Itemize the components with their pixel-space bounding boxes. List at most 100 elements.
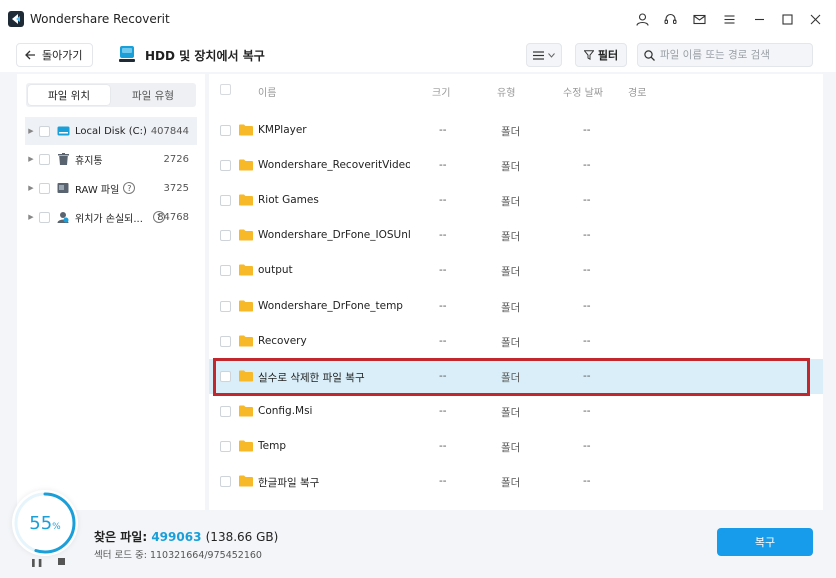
row-checkbox[interactable] (220, 440, 231, 452)
table-row[interactable]: Temp -- 폴더 -- (209, 429, 823, 464)
table-row[interactable]: KMPlayer -- 폴더 -- (209, 113, 823, 148)
file-type: 폴더 (501, 477, 521, 489)
table-row[interactable]: Wondershare_DrFone_IOSUnlock -- 폴더 -- (209, 218, 823, 253)
column-header-path[interactable]: 경로 (628, 84, 646, 99)
row-checkbox[interactable] (220, 405, 231, 417)
file-name: Config.Msi (258, 404, 313, 417)
tree-item-recycle-bin[interactable]: ▶ 휴지통 2726 (25, 145, 197, 173)
table-row[interactable]: Riot Games -- 폴더 -- (209, 183, 823, 218)
table-row[interactable]: Wondershare_DrFone_temp -- 폴더 -- (209, 289, 823, 324)
list-view-icon (533, 50, 544, 60)
row-checkbox[interactable] (220, 230, 231, 242)
file-modified-date: -- (583, 264, 591, 277)
minimize-icon[interactable] (750, 10, 768, 28)
file-size: -- (439, 439, 447, 452)
recover-button[interactable]: 복구 (717, 528, 813, 556)
folder-icon (239, 300, 253, 311)
sector-loading-status: 섹터 로드 중: 110321664/975452160 (94, 550, 262, 561)
support-headset-icon[interactable] (661, 10, 679, 28)
file-name: Temp (258, 439, 286, 452)
close-icon[interactable] (806, 10, 824, 28)
back-button-label: 돌아가기 (42, 49, 83, 62)
tree-checkbox[interactable] (39, 211, 50, 223)
row-checkbox[interactable] (220, 160, 231, 172)
hdd-device-icon (119, 46, 135, 62)
tab-file-location[interactable]: 파일 위치 (28, 85, 110, 105)
tree-item-raw-files[interactable]: ▶ RAW 파일 ? 3725 (25, 174, 197, 202)
progress-percent: 55% (29, 512, 61, 534)
tree-item-local-disk[interactable]: ▶ Local Disk (C:) 407844 (25, 117, 197, 145)
tree-item-count: 407844 (150, 125, 189, 137)
file-name: KMPlayer (258, 124, 307, 136)
folder-icon (239, 229, 253, 241)
table-row[interactable]: Recovery -- 폴더 -- (209, 324, 823, 359)
row-checkbox[interactable] (220, 125, 231, 136)
table-row[interactable]: 한글파일 복구 -- 폴더 -- (209, 464, 823, 499)
tree-checkbox[interactable] (39, 125, 50, 137)
filter-button-label: 필터 (597, 49, 619, 62)
found-count: 499063 (151, 530, 202, 544)
back-button[interactable]: 돌아가기 (16, 43, 94, 67)
column-header-name[interactable]: 이름 (258, 84, 276, 99)
tree-item-count: 84768 (157, 211, 189, 223)
lost-location-icon (56, 210, 70, 224)
tree-item-lost-location[interactable]: ▶ 위치가 손실되... ? 84768 (25, 203, 197, 231)
file-name: Recovery (258, 334, 307, 347)
file-size: -- (439, 124, 447, 136)
column-header-size[interactable]: 크기 (432, 84, 450, 99)
file-type: 폴더 (501, 406, 521, 419)
file-name: Wondershare_DrFone_IOSUnlock (258, 229, 410, 242)
table-row[interactable]: Wondershare_RecoveritVideoR... -- 폴더 -- (209, 148, 823, 183)
file-size: -- (439, 369, 447, 382)
table-row[interactable]: Config.Msi -- 폴더 -- (209, 394, 823, 429)
help-icon[interactable]: ? (123, 182, 136, 194)
file-type: 폴더 (501, 441, 521, 454)
file-name: Wondershare_RecoveritVideoR... (258, 159, 410, 172)
table-header: 이름 크기 유형 수정 날짜 경로 (209, 74, 823, 104)
account-icon[interactable] (633, 10, 651, 28)
maximize-icon[interactable] (778, 10, 796, 28)
row-checkbox[interactable] (220, 370, 231, 382)
folder-icon (239, 440, 253, 452)
file-modified-date: -- (583, 229, 591, 242)
row-checkbox[interactable] (220, 265, 231, 277)
search-input[interactable] (660, 49, 800, 61)
tree-checkbox[interactable] (39, 153, 50, 165)
stop-icon[interactable] (58, 558, 65, 565)
tab-file-type[interactable]: 파일 유형 (112, 85, 194, 105)
tree-checkbox[interactable] (39, 182, 50, 194)
view-mode-button[interactable] (526, 43, 562, 67)
expand-caret-icon[interactable]: ▶ (25, 155, 37, 163)
file-type: 폴더 (501, 161, 521, 174)
row-checkbox[interactable] (220, 476, 231, 487)
pause-icon[interactable]: ❚❚ (30, 558, 43, 567)
table-row[interactable]: output -- 폴더 -- (209, 253, 823, 288)
row-checkbox[interactable] (220, 195, 231, 207)
menu-list-icon[interactable] (720, 10, 738, 28)
file-size: -- (439, 299, 447, 312)
tree-item-label: RAW 파일 (75, 184, 120, 196)
file-modified-date: -- (583, 194, 591, 207)
row-checkbox[interactable] (220, 335, 231, 347)
mail-icon[interactable] (690, 10, 708, 28)
file-size: -- (439, 404, 447, 417)
found-size: (138.66 GB) (205, 530, 279, 544)
file-modified-date: -- (583, 475, 591, 487)
filter-button[interactable]: 필터 (575, 43, 627, 67)
folder-icon (239, 194, 253, 206)
table-row[interactable]: 실수로 삭제한 파일 복구 -- 폴더 -- (209, 358, 823, 394)
expand-caret-icon[interactable]: ▶ (25, 127, 37, 135)
scan-progress-ring: 55% (12, 490, 78, 556)
app-title: Wondershare Recoverit (30, 12, 170, 26)
column-header-type[interactable]: 유형 (497, 84, 515, 99)
column-header-modified[interactable]: 수정 날짜 (563, 84, 603, 99)
select-all-checkbox[interactable] (220, 84, 231, 95)
expand-caret-icon[interactable]: ▶ (25, 213, 37, 221)
file-table: 이름 크기 유형 수정 날짜 경로 KMPlayer -- 폴더 -- Wondersh… (209, 74, 823, 510)
row-checkbox[interactable] (220, 300, 231, 312)
search-box[interactable] (637, 43, 813, 67)
location-panel: 파일 위치 파일 유형 ▶ Local Disk (C:) 407844 ▶ 휴… (17, 74, 205, 510)
found-files-summary: 찾은 파일: 499063 (138.66 GB) (94, 528, 278, 545)
drive-icon (56, 124, 70, 138)
expand-caret-icon[interactable]: ▶ (25, 184, 37, 192)
